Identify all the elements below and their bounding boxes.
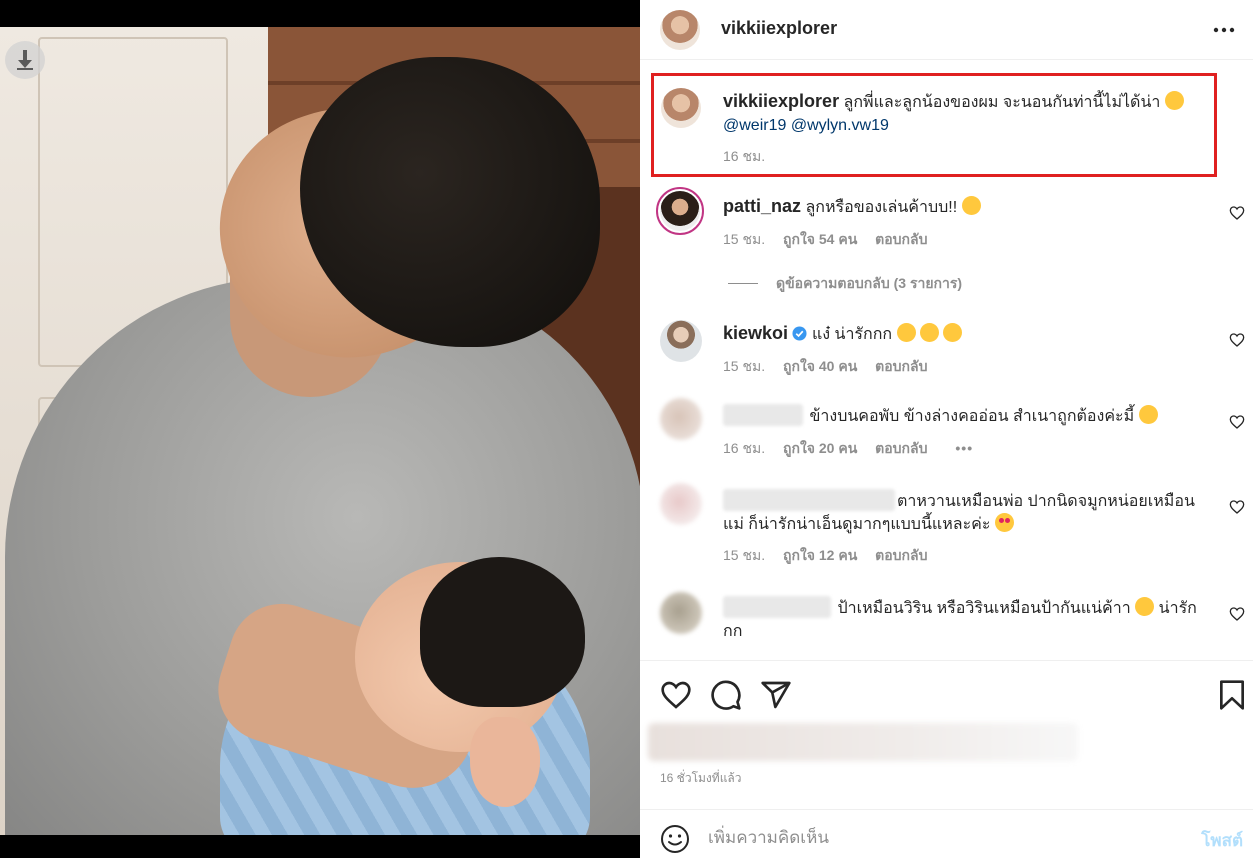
comment-like-heart-icon[interactable] [1229, 414, 1245, 430]
comment-icon[interactable] [710, 679, 742, 711]
liked-by-blurred[interactable] [648, 723, 1078, 761]
comment-likes[interactable]: ถูกใจ 20 คน [783, 440, 857, 456]
grinning-sweat-emoji-icon [943, 323, 963, 342]
comments-list[interactable]: vikkiiexplorer ลูกพี่และลูกน้องของผม จะน… [640, 60, 1253, 660]
author-avatar[interactable] [660, 10, 700, 50]
caption-meta: 16 ชม. [723, 146, 779, 168]
caption-time: 16 ชม. [723, 148, 766, 164]
bookmark-icon[interactable] [1216, 679, 1248, 711]
caption-mention-weir19[interactable]: @weir19 [723, 117, 786, 134]
post-timestamp: 16 ชั่วโมงที่แล้ว [660, 771, 742, 785]
reply-button[interactable]: ตอบกลับ [875, 440, 927, 456]
comment-time: 15 ชม. [723, 231, 766, 247]
commenter-avatar[interactable] [660, 592, 702, 634]
post-actions: 16 ชั่วโมงที่แล้ว โพสต์ [640, 660, 1253, 858]
comment-time: 15 ชม. [723, 358, 766, 374]
smiley-icon[interactable] [660, 824, 690, 854]
comment-text-line1: ตาหวานเหมือนพ่อ ปากนิดจมูกหน่อยเหมือน [897, 493, 1195, 510]
commenter-avatar[interactable] [660, 320, 702, 362]
comment-text-line2: กก [723, 623, 743, 640]
caption-text: ลูกพี่และลูกน้องของผม จะนอนกันท่านี้ไม่ไ… [843, 94, 1161, 111]
download-icon [17, 50, 33, 70]
comment-text: ลูกหรือของเล่นค้าบบ!! [805, 199, 958, 216]
post-media-panel [0, 0, 640, 858]
grinning-sweat-emoji-icon [961, 196, 981, 215]
add-comment-bar: โพสต์ [640, 809, 1253, 858]
more-options-icon[interactable] [1211, 18, 1237, 42]
comment-text-line2: แม่ ก็น่ารักน่าเอ็นดูมากๆแบบนี้แหละค่ะ [723, 516, 991, 533]
post-photo[interactable] [0, 27, 640, 835]
commenter-avatar[interactable] [660, 398, 702, 440]
comment-like-heart-icon[interactable] [1229, 499, 1245, 515]
comment-like-heart-icon[interactable] [1229, 606, 1245, 622]
share-icon[interactable] [760, 679, 792, 711]
reply-button[interactable]: ตอบกลับ [875, 358, 927, 374]
author-username[interactable]: vikkiiexplorer [721, 18, 837, 39]
blurred-username[interactable] [723, 404, 803, 426]
caption-mention-wylyn[interactable]: @wylyn.vw19 [791, 117, 889, 134]
comment-like-heart-icon[interactable] [1229, 205, 1245, 221]
comment-likes[interactable]: ถูกใจ 12 คน [783, 547, 857, 563]
view-replies-button[interactable]: ดูข้อความตอบกลับ (3 รายการ) [728, 273, 962, 295]
post-comment-button[interactable]: โพสต์ [1201, 827, 1243, 854]
post-side-panel: vikkiiexplorer vikkiiexplorer ลูกพี่และล… [640, 0, 1253, 858]
comment-text: ข้างบนคอพับ ข้างล่างคออ่อน สำเนาถูกต้องค… [809, 408, 1135, 425]
reply-button[interactable]: ตอบกลับ [875, 231, 927, 247]
comment-input[interactable] [708, 824, 1168, 852]
comment-likes[interactable]: ถูกใจ 54 คน [783, 231, 857, 247]
comment-text-line1b: น่ารัก [1158, 600, 1197, 617]
comment-like-heart-icon[interactable] [1229, 332, 1245, 348]
grinning-sweat-emoji-icon [1164, 91, 1184, 110]
commenter-avatar[interactable] [656, 187, 704, 235]
comment-more-options-icon[interactable]: ••• [955, 440, 973, 456]
verified-badge-icon [792, 326, 808, 341]
comment-text-line1: ป้าเหมือนวิริน หรือวิรินเหมือนป้ากันแน่ค… [837, 600, 1131, 617]
blurred-username[interactable] [723, 596, 831, 618]
commenter-avatar[interactable] [660, 483, 702, 525]
heart-eyes-emoji-icon [994, 513, 1014, 532]
caption-avatar[interactable] [661, 88, 701, 128]
smiling-emoji-icon [1135, 597, 1155, 616]
caption-username[interactable]: vikkiiexplorer [723, 91, 839, 111]
grinning-sweat-emoji-icon [920, 323, 939, 342]
comment-time: 16 ชม. [723, 440, 766, 456]
photo-baby-hair [420, 557, 585, 707]
comment-time: 15 ชม. [723, 547, 766, 563]
blurred-username[interactable] [723, 489, 895, 511]
download-button[interactable] [5, 41, 45, 79]
post-header: vikkiiexplorer [640, 0, 1253, 60]
comment-username[interactable]: kiewkoi [723, 323, 788, 343]
comment-username[interactable]: patti_naz [723, 196, 801, 216]
comment-likes[interactable]: ถูกใจ 40 คน [783, 358, 857, 374]
grinning-sweat-emoji-icon [896, 323, 916, 342]
comment-text: แง๋ น่ารักกก [811, 326, 893, 343]
heart-icon[interactable] [660, 679, 692, 711]
photo-baby-hand [470, 717, 540, 807]
grinning-sweat-emoji-icon [1138, 405, 1158, 424]
reply-button[interactable]: ตอบกลับ [875, 547, 927, 563]
